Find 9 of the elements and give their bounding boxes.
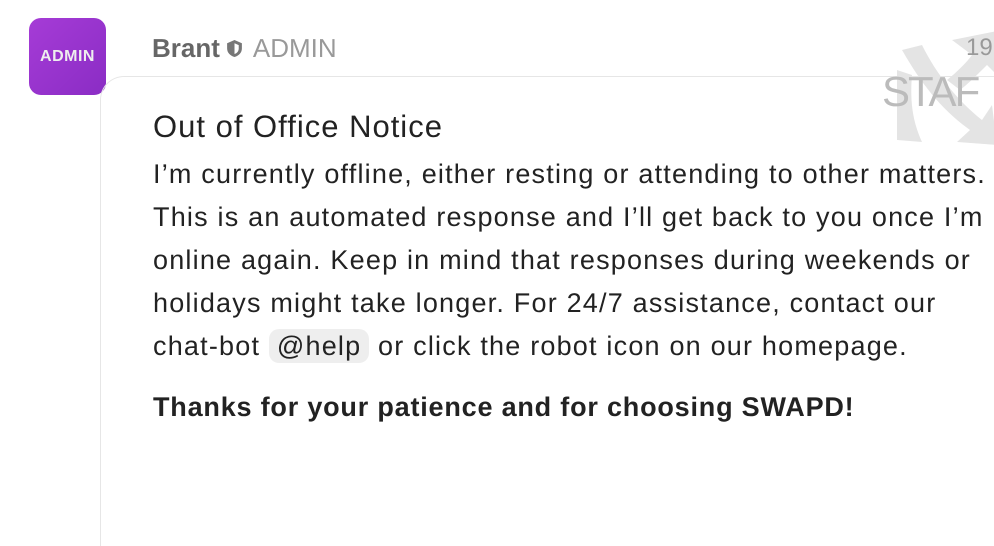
message-body: I’m currently offline, either resting or attending to other matters. This is an automated response and I’ll get back to you once I’m online again. Keep in mind that responses during weekends or holidays might take longer. For 24/7 assistance, contact our chat-bot @help or click the robot icon on our homepage. [153,158,987,365]
message-title: Out of Office Notice [153,109,444,145]
closing-line: Thanks for your patience and for choosing SWAPD! [153,392,856,423]
user-title: ADMIN [252,32,337,64]
author-name[interactable]: Brant [152,32,220,64]
mention-link[interactable]: @help [268,329,370,363]
shield-icon [226,38,243,58]
avatar-label: ADMIN [40,48,95,66]
badge-text: STAF [882,68,978,116]
